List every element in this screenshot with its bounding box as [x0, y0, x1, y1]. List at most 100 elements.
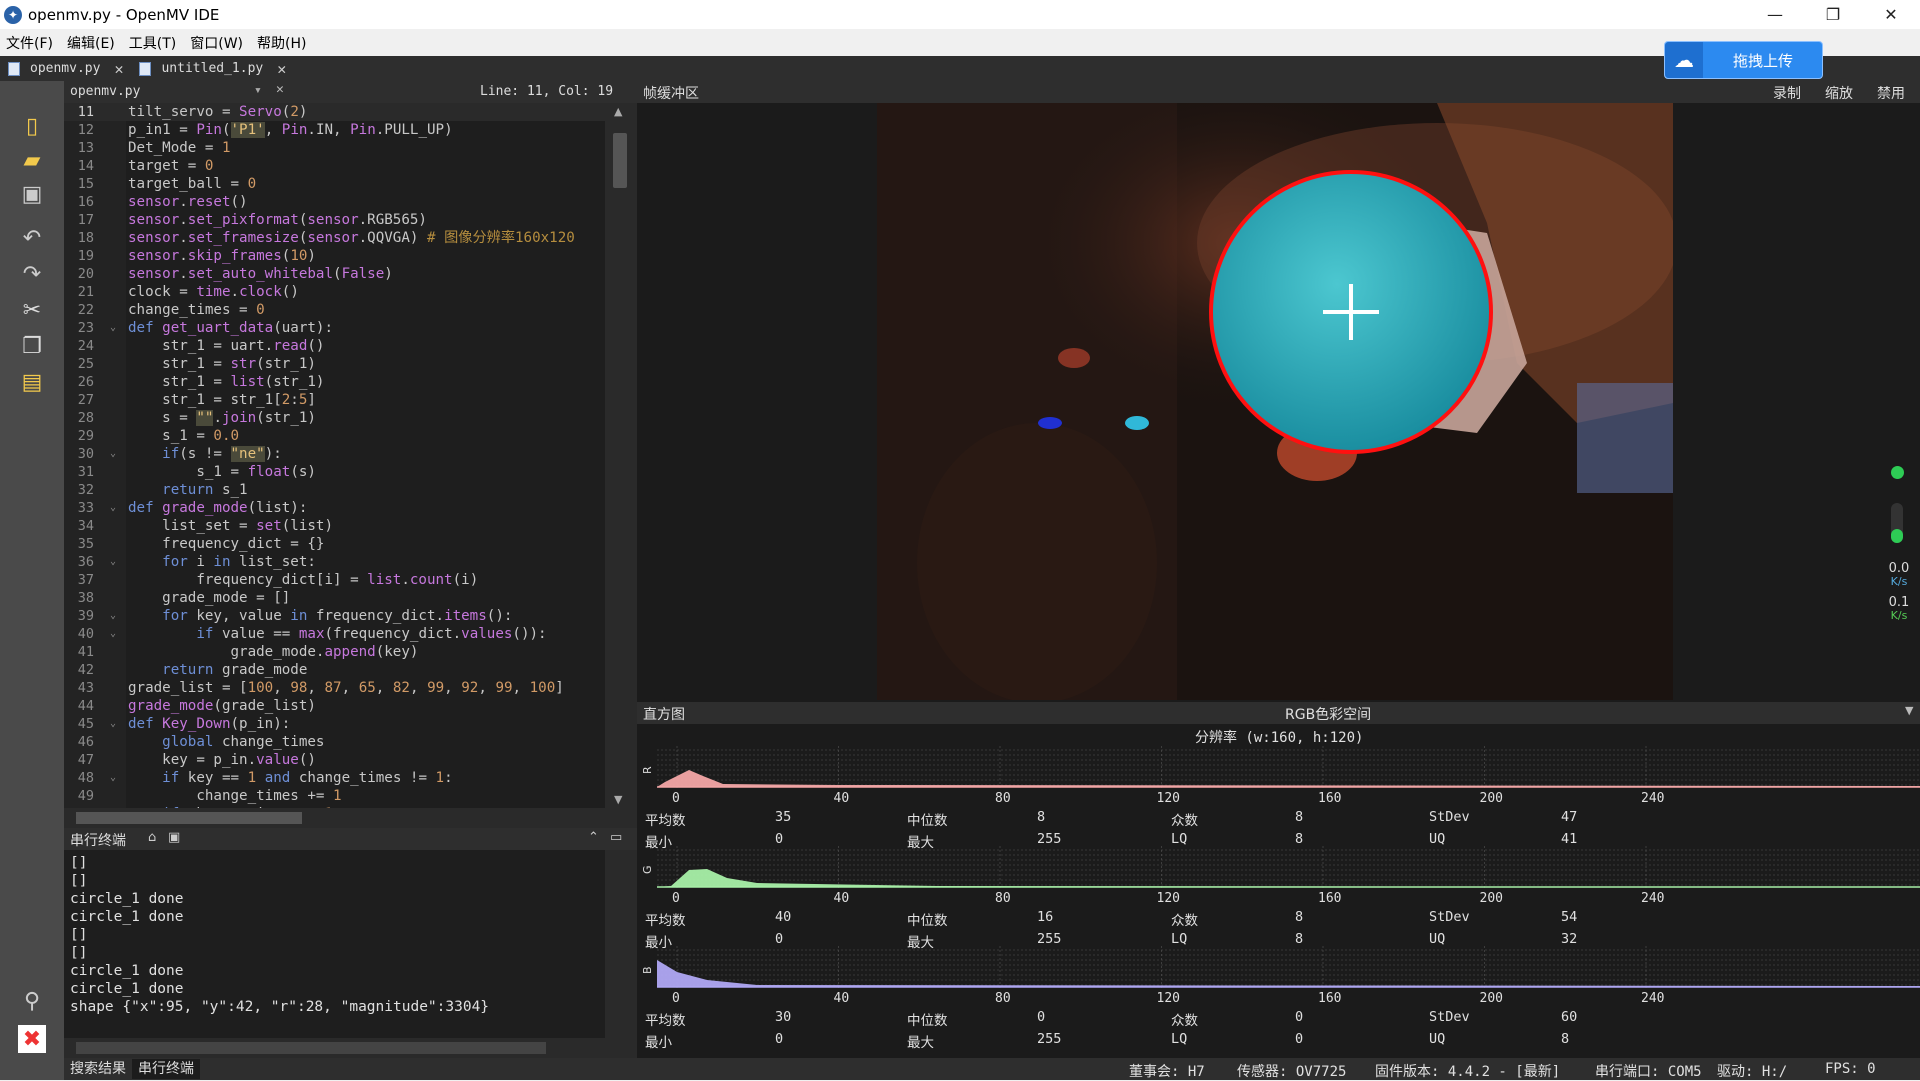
copy-icon[interactable]: ❐ — [16, 331, 48, 361]
redo-icon[interactable]: ↷ — [16, 259, 48, 289]
close-tab-icon[interactable]: ✕ — [277, 60, 286, 78]
editor-horizontal-scrollbar[interactable] — [64, 808, 637, 828]
scroll-up-icon[interactable]: ▲ — [614, 105, 622, 118]
fold-toggle-icon[interactable]: ⌄ — [110, 769, 116, 787]
editor-vertical-scrollbar[interactable]: ▲ ▼ — [605, 103, 637, 808]
serial-horizontal-scrollbar[interactable] — [64, 1038, 637, 1058]
paste-icon[interactable]: ▤ — [16, 367, 48, 397]
window-title: openmv.py - OpenMV IDE — [28, 5, 220, 24]
chevron-down-icon[interactable]: ▾ — [254, 83, 262, 98]
stat-value-mean: 35 — [775, 809, 792, 825]
close-window-button[interactable]: ✕ — [1862, 0, 1920, 29]
line-number: 17 — [77, 212, 94, 228]
stop-icon[interactable]: ✖ — [18, 1025, 46, 1053]
code-editor: openmv.py ▾ ✕ Line: 11, Col: 19 11 12 13 14… — [64, 81, 637, 828]
menu-bar: 文件(F) 编辑(E) 工具(T) 窗口(W) 帮助(H) — [0, 29, 1920, 56]
fold-toggle-icon[interactable]: ⌄ — [110, 445, 116, 463]
menu-edit[interactable]: 编辑(E) — [67, 33, 115, 53]
undo-icon[interactable]: ↶ — [16, 223, 48, 253]
connect-icon[interactable]: ⚲ — [16, 986, 48, 1016]
camera-frame-image[interactable] — [877, 103, 1673, 700]
stat-label: LQ — [1171, 1031, 1188, 1047]
line-number: 34 — [77, 518, 94, 534]
fold-toggle-icon[interactable]: ⌄ — [110, 607, 116, 625]
line-number: 28 — [77, 410, 94, 426]
fold-toggle-icon[interactable]: ⌄ — [110, 319, 116, 337]
tick-label: 200 — [1479, 891, 1503, 906]
channel-name: G — [641, 865, 654, 874]
drive-status[interactable]: 驱动: H:/ — [1717, 1061, 1787, 1081]
serial-port-status[interactable]: 串行端口: COM5 — [1595, 1061, 1702, 1081]
firmware-status[interactable]: 固件版本: 4.4.2 - [最新] — [1375, 1061, 1560, 1081]
open-folder-icon[interactable]: ▰ — [16, 145, 48, 175]
menu-tools[interactable]: 工具(T) — [129, 33, 176, 53]
python-file-icon — [8, 61, 20, 76]
scrollbar-thumb[interactable] — [613, 133, 627, 188]
minimize-button[interactable]: — — [1746, 0, 1804, 29]
stat-label: 最大 — [907, 1035, 934, 1051]
close-tab-icon[interactable]: ✕ — [114, 60, 123, 78]
collapse-icon[interactable]: ⌃ — [588, 830, 599, 845]
maximize-panel-icon[interactable]: ▭ — [610, 830, 622, 845]
serial-output[interactable]: [] [] circle_1 done circle_1 done [] [] … — [64, 850, 605, 1038]
board-status: 董事会: H7 — [1129, 1064, 1205, 1080]
line-number: 40 ⌄ — [77, 625, 116, 643]
histogram-channel-g: G 0 40 80 120 160 200 240 平均数 40 中位数 16 众数 8 StDev 54 最小… — [637, 846, 1920, 951]
cut-icon[interactable]: ✂ — [16, 295, 48, 325]
new-file-icon[interactable]: ▯ — [16, 111, 48, 141]
disable-button[interactable]: 禁用 — [1877, 83, 1905, 103]
code-area[interactable]: tilt_servo = Servo(2) p_in1 = Pin('P1', … — [126, 103, 605, 808]
record-button[interactable]: 录制 — [1773, 83, 1801, 103]
tab-search-results[interactable]: 搜索结果 — [64, 1059, 132, 1079]
line-number: 21 — [77, 284, 94, 300]
editor-file-select[interactable]: openmv.py — [70, 84, 140, 99]
tab-untitled-1-py[interactable]: untitled_1.py ✕ — [131, 56, 294, 81]
line-number: 24 — [77, 338, 94, 354]
scrollbar-thumb[interactable] — [76, 812, 302, 824]
histogram-area — [657, 960, 1920, 987]
stat-value-uq: 32 — [1561, 931, 1578, 947]
zoom-button[interactable]: 缩放 — [1825, 83, 1853, 103]
download-rate: 0.1 — [1888, 595, 1910, 610]
histogram-panel: 直方图 RGB色彩空间 ▼ 分辨率 (w:160, h:120) R 0 40 80 1… — [637, 702, 1920, 1058]
scrollbar-thumb[interactable] — [76, 1042, 546, 1054]
chevron-down-icon[interactable]: ▼ — [1905, 704, 1913, 717]
stat-label: UQ — [1429, 1031, 1446, 1047]
stat-label: 平均数 — [645, 913, 686, 929]
serial-terminal-title: 串行终端 — [70, 833, 126, 849]
line-number: 30 ⌄ — [77, 445, 116, 463]
camera-frame-svg — [877, 103, 1673, 700]
fold-toggle-icon[interactable]: ⌄ — [110, 625, 116, 643]
title-bar: ✦ openmv.py - OpenMV IDE — ❐ ✕ — [0, 0, 1920, 29]
stat-label: UQ — [1429, 931, 1446, 947]
fold-toggle-icon[interactable]: ⌄ — [110, 715, 116, 733]
status-bar: 董事会: H7 传感器: OV7725 固件版本: 4.4.2 - [最新] 串… — [637, 1058, 1920, 1080]
tick-label: 160 — [1318, 991, 1342, 1006]
tick-label: 160 — [1318, 891, 1342, 906]
restore-button[interactable]: ❐ — [1804, 0, 1862, 29]
menu-window[interactable]: 窗口(W) — [190, 33, 243, 53]
stat-label: 平均数 — [645, 813, 686, 829]
fold-toggle-icon[interactable]: ⌄ — [110, 499, 116, 517]
tab-serial-terminal[interactable]: 串行终端 — [132, 1059, 200, 1079]
menu-help[interactable]: 帮助(H) — [257, 33, 306, 53]
serial-vertical-scrollbar[interactable] — [605, 850, 637, 1038]
tab-openmv-py[interactable]: openmv.py ✕ — [0, 56, 131, 81]
save-log-icon[interactable]: ▣ — [168, 830, 180, 845]
tab-label: untitled_1.py — [161, 61, 264, 76]
fold-toggle-icon[interactable]: ⌄ — [110, 553, 116, 571]
cloud-upload-icon: ☁ — [1665, 42, 1703, 78]
histogram-channel-r: R 0 40 80 120 160 200 240 平均数 35 中位数 8 众数 8 StDev 47 最小 0… — [637, 746, 1920, 851]
upload-button[interactable]: ☁ 拖拽上传 — [1664, 41, 1823, 79]
histogram-title: 直方图 — [643, 707, 685, 723]
line-number: 14 — [77, 158, 94, 174]
tab-label: openmv.py — [30, 61, 101, 76]
close-editor-icon[interactable]: ✕ — [276, 82, 284, 97]
clear-icon[interactable]: ⌂ — [148, 830, 156, 845]
stat-label: StDev — [1429, 1009, 1470, 1025]
save-icon[interactable]: ▣ — [16, 179, 48, 209]
color-space-select[interactable]: RGB色彩空间 — [1285, 704, 1371, 724]
menu-file[interactable]: 文件(F) — [6, 33, 53, 53]
stat-value-max: 255 — [1037, 1031, 1062, 1047]
scroll-down-icon[interactable]: ▼ — [614, 793, 622, 806]
